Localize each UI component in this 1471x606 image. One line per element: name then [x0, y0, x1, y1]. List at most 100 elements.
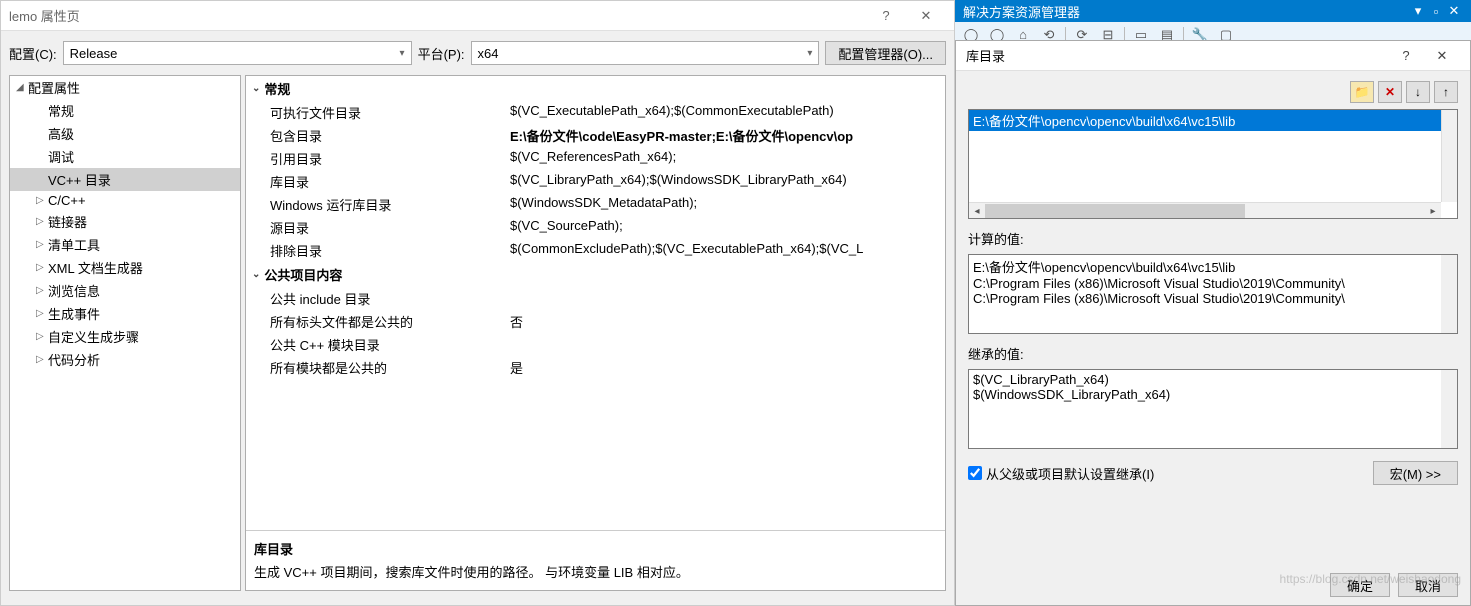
macro-button[interactable]: 宏(M) >> — [1373, 461, 1458, 485]
inherit-value: $(VC_LibraryPath_x64) — [973, 372, 1453, 387]
calc-value: C:\Program Files (x86)\Microsoft Visual … — [973, 291, 1453, 306]
tree-item[interactable]: ▷浏览信息 — [10, 279, 240, 302]
caret-right-icon: ▷ — [36, 262, 46, 273]
tree-item-label: 调试 — [48, 147, 74, 166]
tree-root[interactable]: ◢ 配置属性 — [10, 76, 240, 99]
property-row[interactable]: 所有标头文件都是公共的否 — [246, 310, 945, 333]
property-row[interactable]: 公共 C++ 模块目录 — [246, 333, 945, 356]
tree-item[interactable]: ▷代码分析 — [10, 348, 240, 371]
sln-title-text: 解决方案资源管理器 — [963, 2, 1080, 21]
chevron-down-icon: ▾ — [400, 48, 405, 59]
description-panel: 库目录 生成 VC++ 项目期间，搜索库文件时使用的路径。 与环境变量 LIB … — [246, 530, 945, 590]
tree-item[interactable]: ▷生成事件 — [10, 302, 240, 325]
tree-item[interactable]: ▷清单工具 — [10, 233, 240, 256]
solution-explorer: 解决方案资源管理器 ▾ ▫ ✕ ◯ ◯ ⌂ ⟲ ⟳ ⊟ ▭ ▤ 🔧 ▢ — [955, 0, 1471, 40]
tree-item-label: 代码分析 — [48, 350, 100, 369]
close-button[interactable]: ✕ — [906, 2, 946, 30]
cancel-button[interactable]: 取消 — [1398, 573, 1458, 597]
property-name: 公共 C++ 模块目录 — [270, 335, 510, 354]
tree-item[interactable]: VC++ 目录 — [10, 168, 240, 191]
config-manager-button[interactable]: 配置管理器(O)... — [825, 41, 946, 65]
caret-right-icon: ▷ — [36, 331, 46, 342]
tree-item-label: 常规 — [48, 101, 74, 120]
caret-down-icon: ⌄ — [252, 269, 260, 280]
dropdown-icon[interactable]: ▾ — [1409, 3, 1427, 19]
new-folder-icon[interactable]: 📁 — [1350, 81, 1374, 103]
inherit-label: 继承的值: — [968, 344, 1458, 363]
property-value[interactable] — [510, 289, 945, 308]
property-value[interactable]: $(VC_LibraryPath_x64);$(WindowsSDK_Libra… — [510, 172, 945, 191]
caret-right-icon: ▷ — [36, 285, 46, 296]
lib-body: 📁 ✕ ↓ ↑ E:\备份文件\opencv\opencv\build\x64\… — [956, 71, 1470, 565]
path-list[interactable]: E:\备份文件\opencv\opencv\build\x64\vc15\lib… — [968, 109, 1458, 219]
group-label: 常规 — [264, 79, 290, 98]
tree-item-label: C/C++ — [48, 193, 86, 208]
tree-item-label: 自定义生成步骤 — [48, 327, 139, 346]
tree-panel[interactable]: ◢ 配置属性 常规高级调试VC++ 目录▷C/C++▷链接器▷清单工具▷XML … — [9, 75, 241, 591]
property-value[interactable]: $(WindowsSDK_MetadataPath); — [510, 195, 945, 214]
move-down-icon[interactable]: ↓ — [1406, 81, 1430, 103]
property-row[interactable]: 可执行文件目录$(VC_ExecutablePath_x64);$(Common… — [246, 101, 945, 124]
config-bar: 配置(C): Release ▾ 平台(P): x64 ▾ 配置管理器(O)..… — [1, 31, 954, 75]
property-row[interactable]: 排除目录$(CommonExcludePath);$(VC_Executable… — [246, 239, 945, 262]
body-area: ◢ 配置属性 常规高级调试VC++ 目录▷C/C++▷链接器▷清单工具▷XML … — [1, 75, 954, 599]
property-row[interactable]: 所有模块都是公共的是 — [246, 356, 945, 379]
tree-item[interactable]: ▷链接器 — [10, 210, 240, 233]
close-button[interactable]: ✕ — [1424, 42, 1460, 70]
tree-item[interactable]: ▷XML 文档生成器 — [10, 256, 240, 279]
tree-item[interactable]: 高级 — [10, 122, 240, 145]
property-list[interactable]: ⌄ 常规 可执行文件目录$(VC_ExecutablePath_x64);$(C… — [246, 76, 945, 530]
scrollbar-thumb[interactable] — [985, 204, 1245, 218]
scroll-right-icon[interactable]: ▸ — [1425, 203, 1441, 219]
tree-item[interactable]: 调试 — [10, 145, 240, 168]
path-entry[interactable]: E:\备份文件\opencv\opencv\build\x64\vc15\lib — [969, 110, 1457, 131]
property-value[interactable]: $(VC_ExecutablePath_x64);$(CommonExecuta… — [510, 103, 945, 122]
vertical-scrollbar[interactable] — [1441, 255, 1457, 333]
horizontal-scrollbar[interactable]: ◂ ▸ — [969, 202, 1441, 218]
move-up-icon[interactable]: ↑ — [1434, 81, 1458, 103]
tree-item[interactable]: ▷自定义生成步骤 — [10, 325, 240, 348]
property-value[interactable]: $(VC_SourcePath); — [510, 218, 945, 237]
property-row[interactable]: 公共 include 目录 — [246, 287, 945, 310]
tree-item-label: 链接器 — [48, 212, 87, 231]
vertical-scrollbar[interactable] — [1441, 370, 1457, 448]
property-value[interactable] — [510, 335, 945, 354]
pin-icon[interactable]: ▫ — [1427, 4, 1445, 19]
caret-right-icon: ▷ — [36, 195, 46, 206]
tree-item-label: XML 文档生成器 — [48, 258, 143, 277]
property-row[interactable]: Windows 运行库目录$(WindowsSDK_MetadataPath); — [246, 193, 945, 216]
property-row[interactable]: 引用目录$(VC_ReferencesPath_x64); — [246, 147, 945, 170]
group-label: 公共项目内容 — [264, 265, 342, 284]
close-icon[interactable]: ✕ — [1445, 3, 1463, 19]
tree-item-label: VC++ 目录 — [48, 170, 111, 189]
property-row[interactable]: 库目录$(VC_LibraryPath_x64);$(WindowsSDK_Li… — [246, 170, 945, 193]
tree-item[interactable]: ▷C/C++ — [10, 191, 240, 210]
inherit-checkbox[interactable] — [968, 466, 982, 480]
sln-title-bar: 解决方案资源管理器 ▾ ▫ ✕ — [955, 0, 1471, 22]
tree-item-label: 清单工具 — [48, 235, 100, 254]
delete-icon[interactable]: ✕ — [1378, 81, 1402, 103]
caret-down-icon: ⌄ — [252, 83, 260, 94]
property-row[interactable]: 源目录$(VC_SourcePath); — [246, 216, 945, 239]
caret-right-icon: ▷ — [36, 239, 46, 250]
property-value[interactable]: $(CommonExcludePath);$(VC_ExecutablePath… — [510, 241, 945, 260]
property-row[interactable]: 包含目录E:\备份文件\code\EasyPR-master;E:\备份文件\o… — [246, 124, 945, 147]
inherited-values-box[interactable]: $(VC_LibraryPath_x64)$(WindowsSDK_Librar… — [968, 369, 1458, 449]
config-dropdown[interactable]: Release ▾ — [63, 41, 412, 65]
property-value[interactable]: 是 — [510, 358, 945, 377]
scroll-left-icon[interactable]: ◂ — [969, 203, 985, 219]
ok-button[interactable]: 确定 — [1330, 573, 1390, 597]
property-value[interactable]: 否 — [510, 312, 945, 331]
inherit-checkbox-label[interactable]: 从父级或项目默认设置继承(I) — [968, 464, 1365, 483]
vertical-scrollbar[interactable] — [1441, 110, 1457, 202]
platform-dropdown[interactable]: x64 ▾ — [471, 41, 820, 65]
dialog-buttons: 确定 取消 — [956, 565, 1470, 605]
group-general[interactable]: ⌄ 常规 — [246, 76, 945, 101]
property-value[interactable]: E:\备份文件\code\EasyPR-master;E:\备份文件\openc… — [510, 126, 945, 145]
group-public[interactable]: ⌄ 公共项目内容 — [246, 262, 945, 287]
calculated-values-box[interactable]: E:\备份文件\opencv\opencv\build\x64\vc15\lib… — [968, 254, 1458, 334]
tree-item[interactable]: 常规 — [10, 99, 240, 122]
help-button[interactable]: ? — [1388, 42, 1424, 70]
help-button[interactable]: ? — [866, 2, 906, 30]
property-value[interactable]: $(VC_ReferencesPath_x64); — [510, 149, 945, 168]
